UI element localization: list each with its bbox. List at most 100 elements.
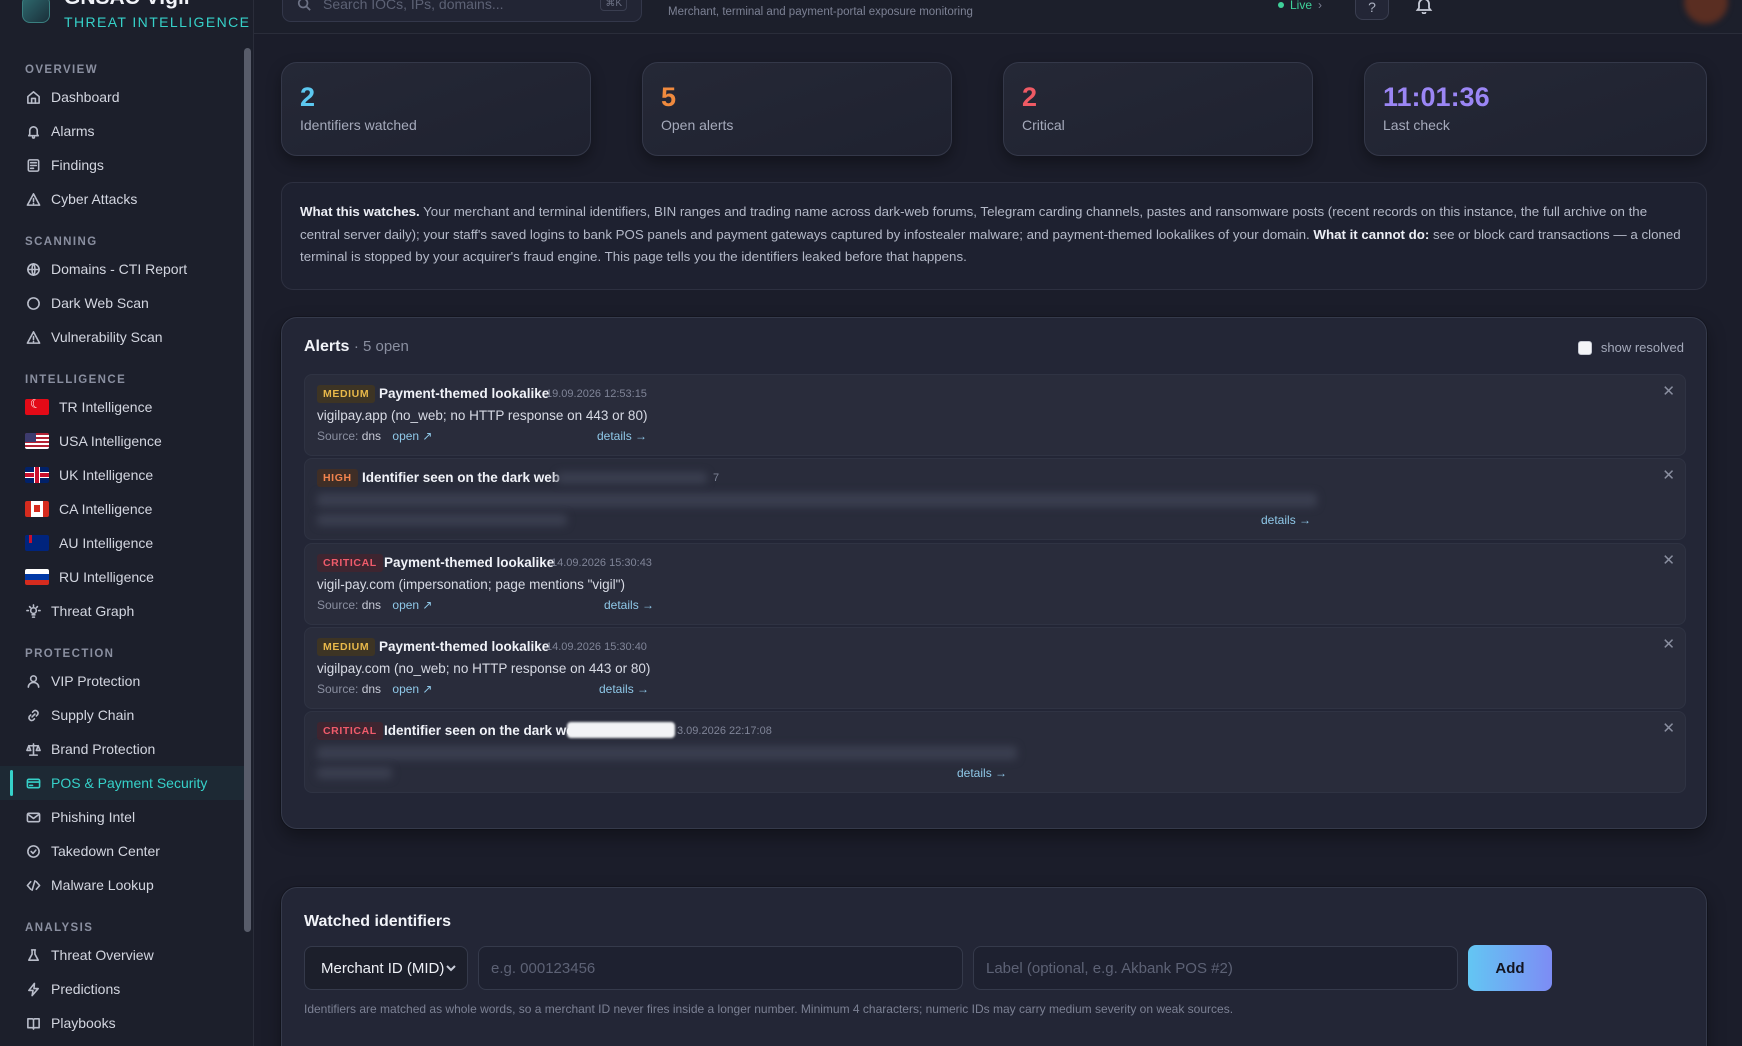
sidebar-item-brand-protection[interactable]: Brand Protection bbox=[0, 732, 244, 766]
sidebar-item-takedown-center[interactable]: Takedown Center bbox=[0, 834, 244, 868]
sidebar-item-label: Domains - CTI Report bbox=[51, 261, 188, 277]
open-link[interactable]: open ↗ bbox=[392, 682, 432, 696]
alert-row[interactable]: CRITICAL Identifier seen on the dark wel… bbox=[304, 711, 1686, 793]
sidebar-item-ru-intelligence[interactable]: RU Intelligence bbox=[0, 560, 244, 594]
sidebar-item-threat-graph[interactable]: Threat Graph bbox=[0, 594, 244, 628]
search-shortcut: ⌘K bbox=[600, 0, 627, 11]
sidebar-item-label: Malware Lookup bbox=[51, 877, 154, 893]
close-icon[interactable]: ✕ bbox=[1662, 383, 1675, 399]
show-resolved-checkbox[interactable] bbox=[1577, 340, 1592, 355]
sidebar-item-usa-intelligence[interactable]: USA Intelligence bbox=[0, 424, 244, 458]
sidebar-item-dashboard[interactable]: Dashboard bbox=[0, 80, 244, 114]
details-link[interactable]: details → bbox=[599, 681, 649, 697]
sidebar-item-label: Phishing Intel bbox=[51, 809, 136, 825]
help-button[interactable]: ? bbox=[1355, 0, 1389, 20]
brand[interactable]: GNSAC Vigil THREAT INTELLIGENCE bbox=[22, 0, 250, 32]
sidebar-item-findings[interactable]: Findings bbox=[0, 148, 244, 182]
stat-label: Last check bbox=[1383, 117, 1450, 133]
alert-source: Source: dns open ↗ bbox=[317, 428, 433, 444]
main-content: 2 Identifiers watched 5 Open alerts 2 Cr… bbox=[254, 34, 1742, 1046]
details-link[interactable]: details → bbox=[597, 428, 647, 444]
sidebar-item-vip-protection[interactable]: VIP Protection bbox=[0, 664, 244, 698]
sidebar-item-label: Cyber Attacks bbox=[51, 191, 138, 207]
sidebar-item-dark-web-scan[interactable]: Dark Web Scan bbox=[0, 286, 244, 320]
stat-value: 2 bbox=[1022, 82, 1038, 112]
sidebar-item-uk-intelligence[interactable]: UK Intelligence bbox=[0, 458, 244, 492]
source-label: Source: bbox=[317, 598, 359, 612]
sidebar-item-alarms[interactable]: Alarms bbox=[0, 114, 244, 148]
alert-row[interactable]: CRITICAL Payment-themed lookalike 14.09.… bbox=[304, 543, 1686, 625]
close-icon[interactable]: ✕ bbox=[1662, 636, 1675, 652]
sidebar-item-predictions[interactable]: Predictions bbox=[0, 972, 244, 1006]
sidebar-item-ca-intelligence[interactable]: CA Intelligence bbox=[0, 492, 244, 526]
sidebar-item-tr-intelligence[interactable]: TR Intelligence bbox=[0, 390, 244, 424]
sidebar-item-domains-cti-report[interactable]: Domains - CTI Report bbox=[0, 252, 244, 286]
alert-title: Payment-themed lookalike bbox=[379, 639, 550, 654]
source-value: dns bbox=[361, 682, 382, 696]
alerts-panel: Alerts · 5 open show resolved MEDIUM Pay… bbox=[281, 317, 1707, 829]
topbar: Search IOCs, IPs, domains... ⌘K Merchant… bbox=[254, 0, 1742, 34]
alert-title: Payment-themed lookalike bbox=[384, 555, 555, 570]
severity-badge: MEDIUM bbox=[317, 638, 376, 656]
sidebar-item-phishing-intel[interactable]: Phishing Intel bbox=[0, 800, 244, 834]
open-link[interactable]: open ↗ bbox=[392, 598, 432, 612]
app-root: GNSAC Vigil THREAT INTELLIGENCE OVERVIEW… bbox=[0, 0, 1742, 1046]
show-resolved-toggle[interactable]: show resolved bbox=[1577, 340, 1684, 355]
sidebar-item-playbooks[interactable]: Playbooks bbox=[0, 1006, 244, 1040]
alerts-heading: Alerts · 5 open bbox=[304, 338, 409, 356]
sidebar-item-supply-chain[interactable]: Supply Chain bbox=[0, 698, 244, 732]
alert-row[interactable]: MEDIUM Payment-themed lookalike 14.09.20… bbox=[304, 627, 1686, 709]
sidebar-section-title: ANALYSIS bbox=[25, 922, 94, 934]
live-status[interactable]: Live › bbox=[1278, 0, 1322, 12]
help-label: ? bbox=[1368, 0, 1376, 15]
sidebar-item-vulnerability-scan[interactable]: Vulnerability Scan bbox=[0, 320, 244, 354]
search-icon bbox=[297, 0, 311, 11]
close-icon[interactable]: ✕ bbox=[1662, 552, 1675, 568]
sidebar-item-cyber-attacks[interactable]: Cyber Attacks bbox=[0, 182, 244, 216]
chevron-down-icon bbox=[445, 961, 457, 973]
source-value: dns bbox=[361, 598, 382, 612]
alert-description: vigilpay.com (no_web; no HTTP response o… bbox=[317, 661, 651, 676]
sidebar-item-au-intelligence[interactable]: AU Intelligence bbox=[0, 526, 244, 560]
open-link[interactable]: open ↗ bbox=[392, 429, 432, 443]
identifier-placeholder: e.g. 000123456 bbox=[491, 959, 596, 977]
brand-logo-icon bbox=[22, 0, 50, 23]
alert-title: Identifier seen on the dark web bbox=[362, 470, 561, 485]
label-input[interactable]: Label (optional, e.g. Akbank POS #2) bbox=[973, 946, 1458, 990]
search-input[interactable]: Search IOCs, IPs, domains... ⌘K bbox=[282, 0, 642, 22]
close-icon[interactable]: ✕ bbox=[1662, 467, 1675, 483]
alert-row[interactable]: HIGH Identifier seen on the dark web 7 d… bbox=[304, 458, 1686, 540]
identifier-input[interactable]: e.g. 000123456 bbox=[478, 946, 963, 990]
details-link[interactable]: details → bbox=[1261, 512, 1311, 528]
flag-ca-icon bbox=[25, 501, 49, 517]
details-link[interactable]: details → bbox=[604, 597, 654, 613]
document-icon bbox=[25, 157, 41, 173]
notifications-bell-icon[interactable] bbox=[1415, 0, 1433, 15]
circle-icon bbox=[25, 295, 41, 311]
alerts-count: · 5 open bbox=[353, 338, 409, 355]
stat-value: 5 bbox=[661, 82, 677, 112]
watched-note: Identifiers are matched as whole words, … bbox=[304, 1002, 1234, 1016]
identifier-type-select[interactable]: Merchant ID (MID) bbox=[304, 946, 468, 990]
sidebar-item-threat-overview[interactable]: Threat Overview bbox=[0, 938, 244, 972]
details-link[interactable]: details → bbox=[957, 765, 1007, 781]
sidebar-item-malware-lookup[interactable]: Malware Lookup bbox=[0, 868, 244, 902]
alert-source: Source: dns open ↗ bbox=[317, 681, 433, 697]
sidebar-nav: OVERVIEW Dashboard Alarms Findings Cyber Att… bbox=[0, 62, 244, 1040]
avatar[interactable] bbox=[1684, 0, 1728, 24]
add-button[interactable]: Add bbox=[1468, 945, 1552, 991]
user-icon bbox=[25, 673, 41, 689]
stat-value: 11:01:36 bbox=[1383, 82, 1490, 112]
stat-card-critical: 2 Critical bbox=[1003, 62, 1313, 156]
sidebar-item-label: USA Intelligence bbox=[59, 433, 162, 449]
sidebar-scrollbar[interactable] bbox=[244, 48, 251, 932]
sidebar-item-label: Alarms bbox=[51, 123, 95, 139]
source-value: dns bbox=[361, 429, 382, 443]
close-icon[interactable]: ✕ bbox=[1662, 720, 1675, 736]
alert-row[interactable]: MEDIUM Payment-themed lookalike 19.09.20… bbox=[304, 374, 1686, 456]
sidebar-item-pos-payment-security[interactable]: POS & Payment Security bbox=[0, 766, 244, 800]
alert-timestamp: 14.09.2026 15:30:40 bbox=[546, 641, 647, 653]
identifier-type-value: Merchant ID (MID) bbox=[321, 959, 445, 977]
warning-icon bbox=[25, 329, 41, 345]
sidebar-item-label: Takedown Center bbox=[51, 843, 160, 859]
